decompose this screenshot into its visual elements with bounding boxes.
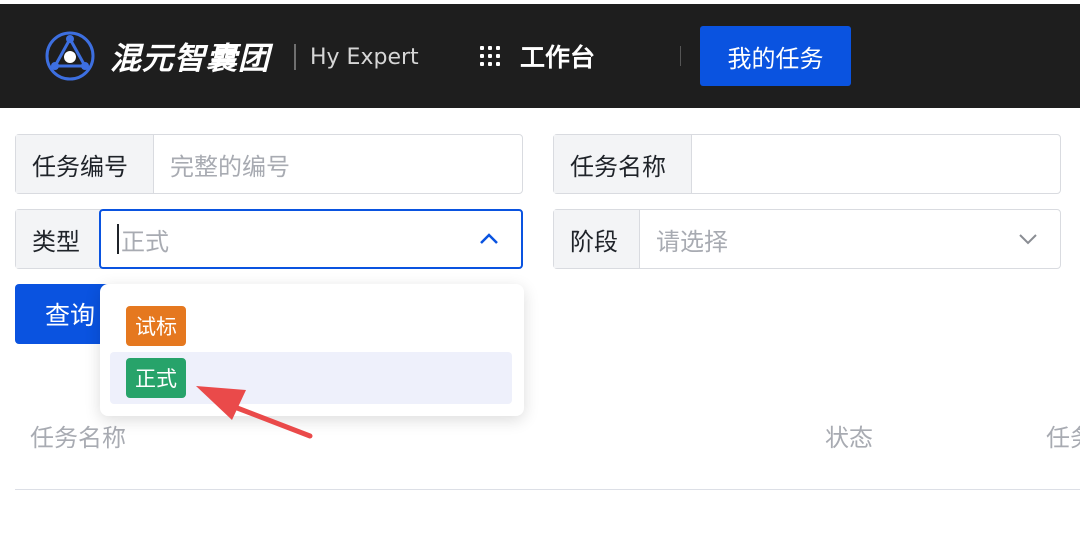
type-dropdown-menu: 试标 正式	[100, 284, 524, 416]
type-label: 类型	[16, 210, 101, 268]
task-name-field: 任务名称	[553, 134, 1061, 194]
column-task-more: 任务	[1046, 424, 1080, 452]
task-name-input[interactable]	[692, 135, 1060, 193]
tag-trial: 试标	[126, 306, 186, 346]
nav-workbench[interactable]: 工作台	[520, 38, 595, 74]
apps-grid-icon[interactable]	[480, 46, 502, 68]
window-edge	[0, 0, 1080, 4]
tag-formal: 正式	[126, 358, 186, 398]
dropdown-option-formal[interactable]: 正式	[110, 352, 512, 404]
brand-divider	[294, 44, 296, 70]
brand-subtitle: Hy Expert	[310, 45, 419, 70]
task-id-input[interactable]: 完整的编号	[154, 135, 522, 193]
nav-divider	[680, 46, 681, 66]
table-header-divider	[15, 489, 1080, 490]
stage-select-placeholder: 请选择	[656, 227, 728, 256]
chevron-up-icon[interactable]	[479, 233, 499, 245]
chevron-down-icon[interactable]	[1018, 233, 1038, 245]
column-status: 状态	[825, 424, 873, 452]
text-caret	[117, 224, 119, 254]
type-field: 类型	[15, 209, 101, 269]
brand-name: 混元智囊团	[110, 41, 270, 77]
type-select-placeholder: 正式	[121, 227, 169, 256]
task-id-label: 任务编号	[16, 135, 154, 193]
dropdown-option-trial[interactable]: 试标	[110, 300, 512, 352]
top-navbar: 混元智囊团 Hy Expert 工作台 我的任务	[0, 0, 1080, 108]
type-select[interactable]: 正式	[99, 209, 523, 269]
task-id-field: 任务编号 完整的编号	[15, 134, 523, 194]
stage-field: 阶段 请选择	[553, 209, 1061, 269]
stage-select[interactable]: 请选择	[640, 210, 1060, 268]
column-task-name: 任务名称	[30, 424, 126, 452]
stage-label: 阶段	[554, 210, 640, 268]
task-name-label: 任务名称	[554, 135, 692, 193]
nav-my-tasks-button[interactable]: 我的任务	[700, 26, 851, 86]
type-select-input[interactable]: 正式	[101, 211, 521, 267]
brand-logo-icon	[45, 31, 95, 81]
